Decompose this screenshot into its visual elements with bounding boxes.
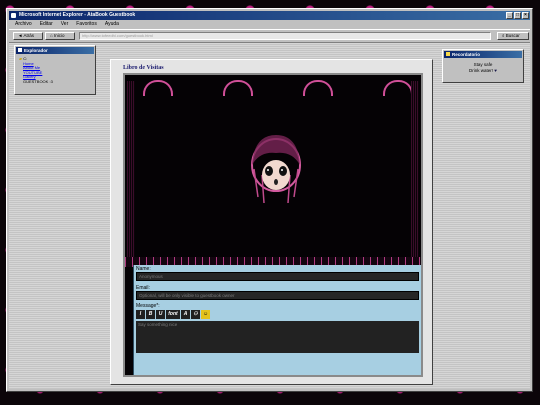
home-button[interactable]: ⌂ Inicio <box>45 32 75 40</box>
link-icon[interactable]: ⚇ <box>191 310 200 319</box>
message-textarea[interactable]: Say something nice <box>136 321 419 353</box>
close-button[interactable]: × <box>522 12 529 19</box>
color-button[interactable]: A <box>181 310 190 319</box>
reminder-text: Stay safe Drink water! ♥ <box>443 59 523 74</box>
toolbar: ◄ Atrás ⌂ Inicio http://www.tofeedhi.com… <box>9 29 530 43</box>
underline-button[interactable]: U <box>156 310 165 319</box>
heart-icon: ♥ <box>494 68 497 73</box>
menu-ver[interactable]: Ver <box>61 21 69 28</box>
address-bar[interactable]: http://www.tofeedhi.com/guestbook.html <box>79 32 491 40</box>
back-label: ◄ Atrás <box>18 33 34 38</box>
home-label: Inicio <box>53 33 65 38</box>
italic-button[interactable]: I <box>136 310 145 319</box>
reminder-panel: Recordatorio Stay safe Drink water! ♥ <box>442 49 524 83</box>
maximize-button[interactable]: □ <box>514 12 521 19</box>
smiley-icon[interactable]: ☺ <box>201 310 210 319</box>
anime-girl-image <box>251 135 301 204</box>
explorer-title-bar: Explorador <box>16 47 94 54</box>
menu-archivo[interactable]: Archivo <box>15 21 32 28</box>
browser-window: Microsoft Internet Explorer - AtaBook Gu… <box>6 8 533 392</box>
menu-favoritos[interactable]: Favoritos <box>76 21 97 28</box>
name-input[interactable]: Anonymous <box>136 272 419 281</box>
menu-editar[interactable]: Editar <box>40 21 53 28</box>
reminder-title: Recordatorio <box>452 52 481 57</box>
title-bar: Microsoft Internet Explorer - AtaBook Gu… <box>9 11 530 20</box>
warning-icon <box>446 52 450 56</box>
email-input[interactable]: Optional, will be only visible to guestb… <box>136 291 419 300</box>
format-toolbar: I B U font A ⚇ ☺ <box>136 310 419 319</box>
minimize-button[interactable]: _ <box>506 12 513 19</box>
left-stripe <box>127 81 135 261</box>
page-title: Libro de Visitas <box>123 65 164 71</box>
guestbook-panel: Libro de Visitas Name: Anonymous Email: … <box>110 59 433 385</box>
reminder-line-2: Drink water! <box>469 68 494 73</box>
current-page-item[interactable]: GUESTBOOK :3 <box>23 79 91 85</box>
explorer-title: Explorador <box>24 48 48 53</box>
folder-icon <box>18 48 22 52</box>
bold-button[interactable]: B <box>146 310 155 319</box>
message-label: Message*: <box>136 303 160 309</box>
reminder-title-bar: Recordatorio <box>444 51 522 58</box>
arch-decoration <box>125 75 421 96</box>
search-label: Buscar <box>505 33 520 38</box>
menu-ayuda[interactable]: Ayuda <box>105 21 119 28</box>
right-stripe <box>411 81 419 261</box>
file-tree: ▰ C: Home About Me YOUTUBE Gallery GUEST… <box>15 55 95 87</box>
guestbook-frame: Name: Anonymous Email: Optional, will be… <box>123 73 423 377</box>
search-button[interactable]: ⌕ Buscar <box>497 32 529 40</box>
page-content: Explorador ▰ C: Home About Me YOUTUBE Ga… <box>9 43 530 389</box>
window-title: Microsoft Internet Explorer - AtaBook Gu… <box>19 12 136 18</box>
menu-bar: Archivo Editar Ver Favoritos Ayuda <box>9 21 530 28</box>
ie-icon <box>11 13 16 18</box>
guestbook-form: Name: Anonymous Email: Optional, will be… <box>133 265 421 375</box>
drive-icon: ▰ <box>19 56 23 61</box>
back-button[interactable]: ◄ Atrás <box>13 32 43 40</box>
font-button[interactable]: font <box>166 310 180 319</box>
explorer-panel: Explorador ▰ C: Home About Me YOUTUBE Ga… <box>14 45 96 95</box>
